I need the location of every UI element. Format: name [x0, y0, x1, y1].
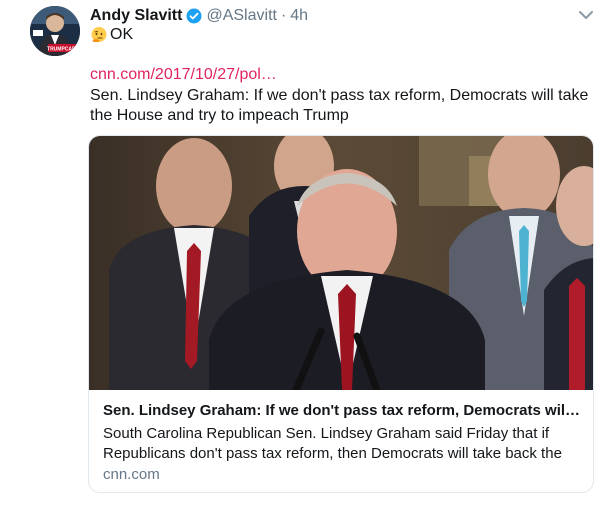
link-card[interactable]: Sen. Lindsey Graham: If we don't pass ta…: [88, 135, 594, 493]
avatar[interactable]: TRUMPCARE: [30, 6, 80, 56]
tweet-body: Sen. Lindsey Graham: If we don't pass ta…: [90, 87, 589, 124]
avatar-badge-text: TRUMPCARE: [47, 47, 80, 53]
author-handle[interactable]: @ASlavitt: [206, 7, 276, 25]
tweet-text-content: OK: [110, 26, 134, 43]
card-title[interactable]: Sen. Lindsey Graham: If we don't pass ta…: [103, 402, 581, 419]
verified-badge-icon: [186, 8, 202, 24]
article-link[interactable]: cnn.com/2017/10/27/pol…: [90, 66, 277, 84]
card-description: South Carolina Republican Sen. Lindsey G…: [103, 425, 562, 462]
author-name[interactable]: Andy Slavitt: [90, 7, 182, 25]
tweet-text: OK: [90, 25, 133, 45]
chevron-down-icon[interactable]: [578, 8, 594, 20]
tweet[interactable]: TRUMPCARE Andy Slavitt @ASlavitt · 4h OK…: [0, 0, 610, 511]
tweet-header: Andy Slavitt @ASlavitt · 4h: [90, 5, 308, 27]
timestamp[interactable]: 4h: [290, 7, 308, 25]
thinking-face-emoji: [90, 26, 108, 44]
separator: ·: [280, 7, 287, 24]
card-image[interactable]: [89, 136, 593, 394]
card-domain: cnn.com: [103, 466, 160, 483]
